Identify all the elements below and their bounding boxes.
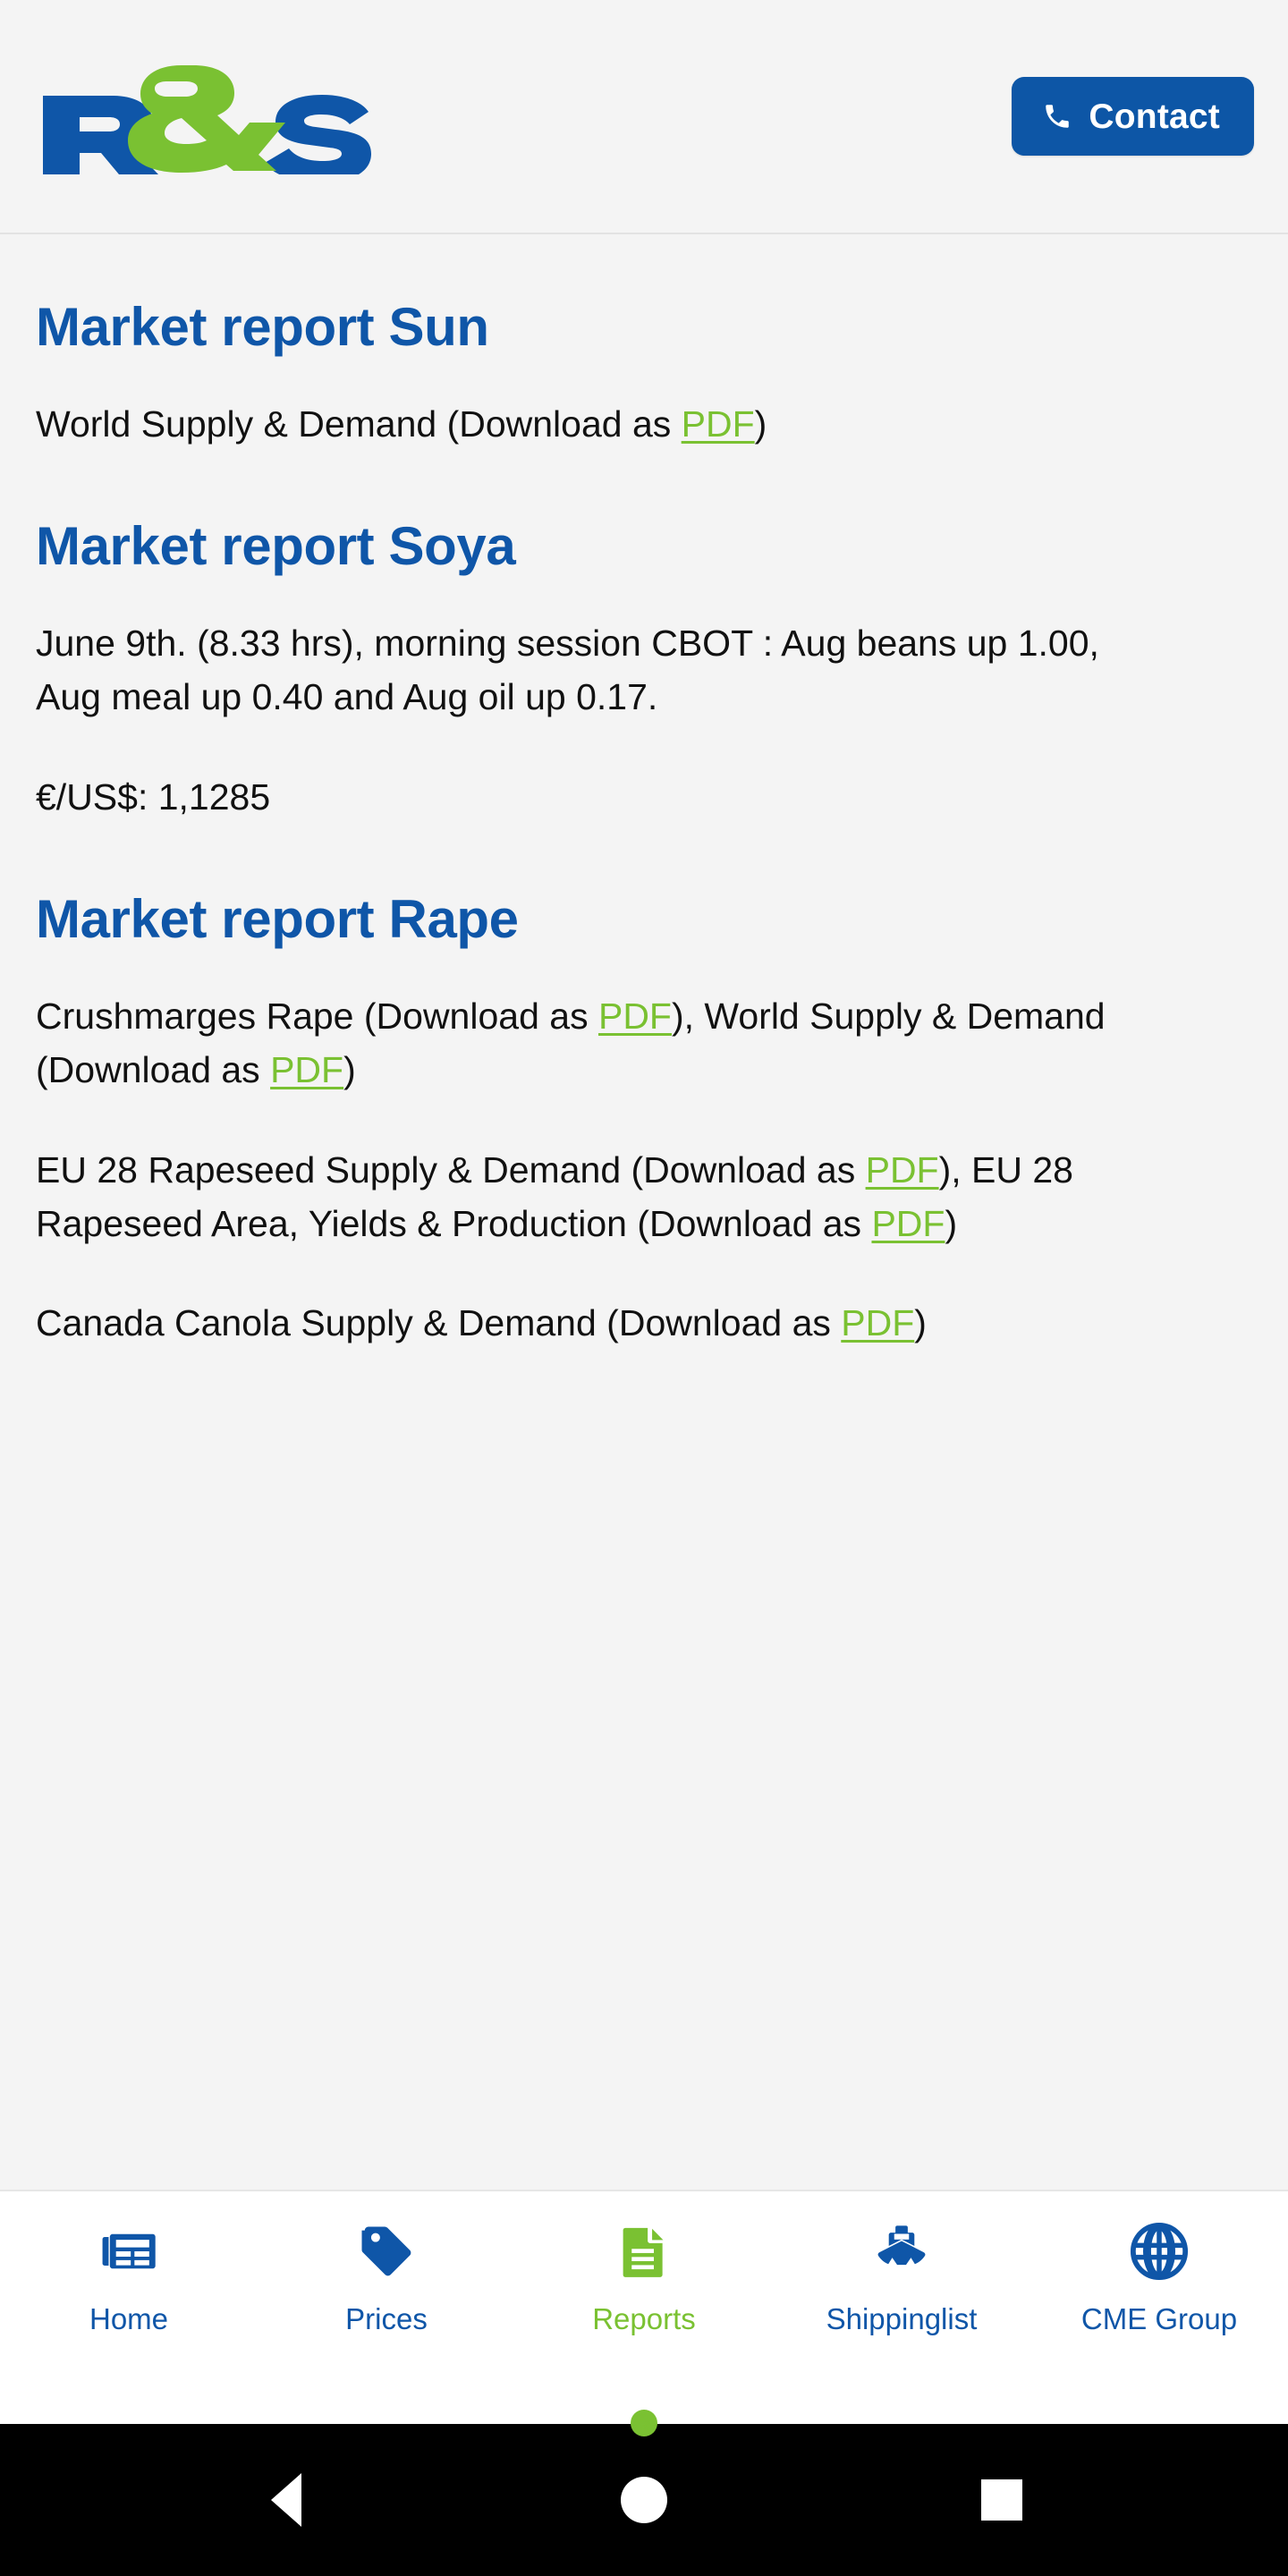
active-tab-indicator bbox=[631, 2410, 657, 2436]
report-paragraph: Crushmarges Rape (Download as PDF), Worl… bbox=[36, 996, 1106, 1090]
report-paragraph: June 9th. (8.33 hrs), morning session CB… bbox=[36, 623, 1099, 718]
recents-square-icon bbox=[981, 2479, 1022, 2521]
globe-icon bbox=[1130, 2222, 1189, 2281]
android-system-nav bbox=[0, 2424, 1288, 2576]
price-tag-icon bbox=[357, 2222, 416, 2281]
rs-logo[interactable] bbox=[36, 58, 385, 174]
pdf-download-link[interactable]: PDF bbox=[871, 1203, 945, 1244]
report-section-rape: Market report Rape Crushmarges Rape (Dow… bbox=[36, 889, 1254, 1351]
report-paragraph-fx: €/US$: 1,1285 bbox=[36, 775, 271, 818]
document-icon bbox=[614, 2222, 674, 2281]
bottom-tab-bar: Home Prices Reports Shippinglist CME Gro… bbox=[0, 2190, 1288, 2436]
system-home-button[interactable] bbox=[586, 2455, 702, 2545]
pdf-download-link[interactable]: PDF bbox=[598, 996, 672, 1037]
page-title-rape: Market report Rape bbox=[36, 888, 519, 949]
newspaper-icon bbox=[99, 2222, 158, 2281]
pdf-download-link[interactable]: PDF bbox=[866, 1149, 939, 1191]
tab-prices[interactable]: Prices bbox=[258, 2222, 515, 2334]
phone-icon bbox=[1042, 101, 1072, 131]
tab-label: CME Group bbox=[1080, 2302, 1238, 2335]
tab-label: Home bbox=[89, 2302, 169, 2335]
home-circle-icon bbox=[621, 2477, 667, 2523]
pdf-download-link[interactable]: PDF bbox=[270, 1049, 343, 1090]
report-section-sun: Market report Sun World Supply & Demand … bbox=[36, 297, 1254, 452]
report-paragraph: Canada Canola Supply & Demand (Download … bbox=[36, 1302, 927, 1344]
ship-icon bbox=[872, 2222, 931, 2281]
report-section-soya: Market report Soya June 9th. (8.33 hrs),… bbox=[36, 516, 1254, 825]
page-title-sun: Market report Sun bbox=[36, 297, 489, 357]
system-back-button[interactable] bbox=[228, 2455, 344, 2545]
contact-button-label: Contact bbox=[1089, 97, 1220, 136]
tab-label: Reports bbox=[592, 2302, 696, 2335]
report-paragraph: World Supply & Demand (Download as PDF) bbox=[36, 403, 767, 445]
contact-button[interactable]: Contact bbox=[1012, 77, 1254, 156]
system-recents-button[interactable] bbox=[944, 2455, 1060, 2545]
rs-logo-icon bbox=[43, 65, 371, 174]
tab-label: Shippinglist bbox=[826, 2302, 978, 2335]
pdf-download-link[interactable]: PDF bbox=[682, 403, 755, 445]
app-screen: Contact Market report Sun World Supply &… bbox=[0, 0, 1288, 2576]
report-paragraph: EU 28 Rapeseed Supply & Demand (Download… bbox=[36, 1148, 1073, 1244]
pdf-download-link[interactable]: PDF bbox=[841, 1302, 914, 1343]
reports-content: Market report Sun World Supply & Demand … bbox=[0, 234, 1288, 2190]
page-title-soya: Market report Soya bbox=[36, 516, 516, 577]
tab-reports[interactable]: Reports bbox=[515, 2222, 773, 2436]
tab-label: Prices bbox=[345, 2302, 428, 2335]
tab-shippinglist[interactable]: Shippinglist bbox=[773, 2222, 1030, 2334]
app-header: Contact bbox=[0, 0, 1288, 234]
back-triangle-icon bbox=[271, 2473, 301, 2527]
tab-home[interactable]: Home bbox=[0, 2222, 258, 2334]
tab-cme-group[interactable]: CME Group bbox=[1030, 2222, 1288, 2334]
